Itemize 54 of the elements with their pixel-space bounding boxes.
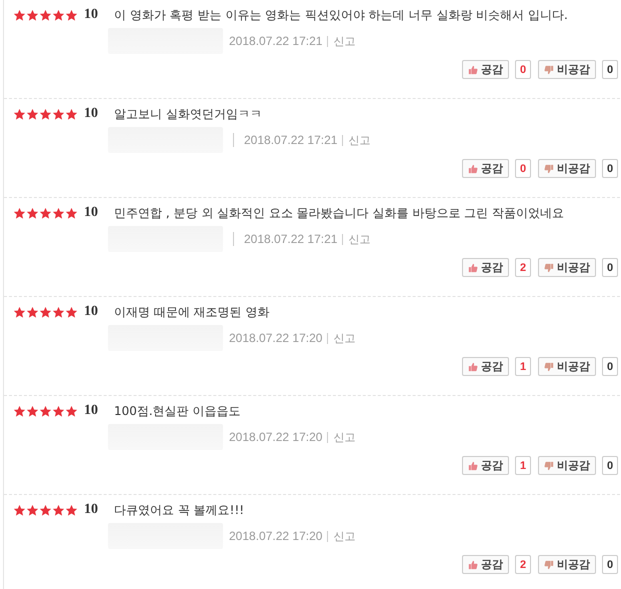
like-button[interactable]: 공감 (462, 258, 509, 277)
review-text: 100점.현실판 이읍읍도 (114, 402, 241, 420)
score: 10 (84, 304, 99, 320)
dislike-count: 0 (602, 357, 618, 376)
score: 10 (84, 502, 99, 518)
like-button[interactable]: 공감 (462, 555, 509, 574)
dislike-count: 0 (602, 60, 618, 79)
like-count: 2 (515, 258, 531, 277)
thumbs-up-icon (468, 560, 478, 570)
review-text: 이 영화가 혹평 받는 이유는 영화는 픽션있어야 하는데 너무 실화랑 비슷해서 입니다. (114, 6, 568, 24)
review-date: 2018.07.22 17:20 (229, 529, 322, 543)
review-text: 이재명 때문에 재조명된 영화 (114, 304, 270, 320)
review-date: 2018.07.22 17:21 (229, 34, 322, 48)
thumbs-down-icon (544, 262, 554, 272)
like-count: 0 (515, 159, 531, 178)
thumbs-up-icon (468, 164, 478, 174)
thumbs-down-icon (544, 362, 554, 372)
like-button[interactable]: 공감 (462, 60, 509, 79)
review-date: 2018.07.22 17:20 (229, 331, 322, 345)
review-text: 민주연합 , 분당 외 실화적인 요소 몰라봤습니다 실화를 바탕으로 그린 작품이었네요 (114, 204, 564, 222)
thumbs-up-icon (468, 362, 478, 372)
score: 10 (84, 403, 99, 419)
dislike-count: 0 (602, 159, 618, 178)
score: 10 (84, 7, 99, 23)
dislike-button[interactable]: 비공감 (538, 357, 596, 376)
like-count: 2 (515, 555, 531, 574)
review-text: 다큐였어요 꼭 볼께요!!! (114, 502, 244, 518)
score: 10 (84, 106, 99, 122)
like-count: 1 (515, 456, 531, 475)
like-button[interactable]: 공감 (462, 159, 509, 178)
thumbs-down-icon (544, 164, 554, 174)
dislike-button[interactable]: 비공감 (538, 159, 596, 178)
thumbs-down-icon (544, 460, 554, 470)
review-text: 알고보니 실화엿던거임ㅋㅋ (114, 106, 262, 122)
dislike-button[interactable]: 비공감 (538, 258, 596, 277)
thumbs-up-icon (468, 460, 478, 470)
like-button[interactable]: 공감 (462, 357, 509, 376)
dislike-button[interactable]: 비공감 (538, 456, 596, 475)
thumbs-up-icon (468, 262, 478, 272)
thumbs-down-icon (544, 64, 554, 74)
dislike-count: 0 (602, 258, 618, 277)
review-date: 2018.07.22 17:20 (229, 430, 322, 444)
dislike-count: 0 (602, 555, 618, 574)
like-count: 0 (515, 60, 531, 79)
dislike-count: 0 (602, 456, 618, 475)
dislike-button[interactable]: 비공감 (538, 60, 596, 79)
like-count: 1 (515, 357, 531, 376)
thumbs-up-icon (468, 64, 478, 74)
like-button[interactable]: 공감 (462, 456, 509, 475)
review-date: 2018.07.22 17:21 (233, 133, 338, 147)
review-date: 2018.07.22 17:21 (233, 232, 338, 246)
thumbs-down-icon (544, 560, 554, 570)
dislike-button[interactable]: 비공감 (538, 555, 596, 574)
score: 10 (84, 205, 99, 221)
